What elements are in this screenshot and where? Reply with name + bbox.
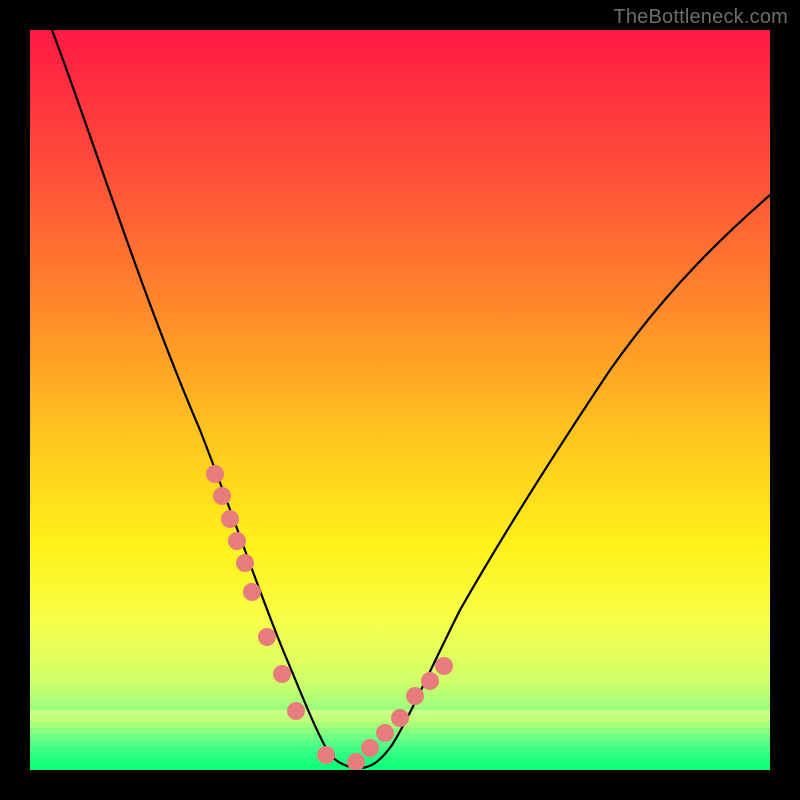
watermark-label: TheBottleneck.com bbox=[613, 6, 788, 29]
gradient-footer-bands bbox=[30, 710, 770, 770]
chart-frame: TheBottleneck.com bbox=[0, 0, 800, 800]
data-markers bbox=[206, 465, 453, 770]
bottleneck-curve-path bbox=[52, 30, 770, 768]
bottleneck-curve-svg bbox=[30, 30, 770, 770]
plot-area bbox=[30, 30, 770, 770]
